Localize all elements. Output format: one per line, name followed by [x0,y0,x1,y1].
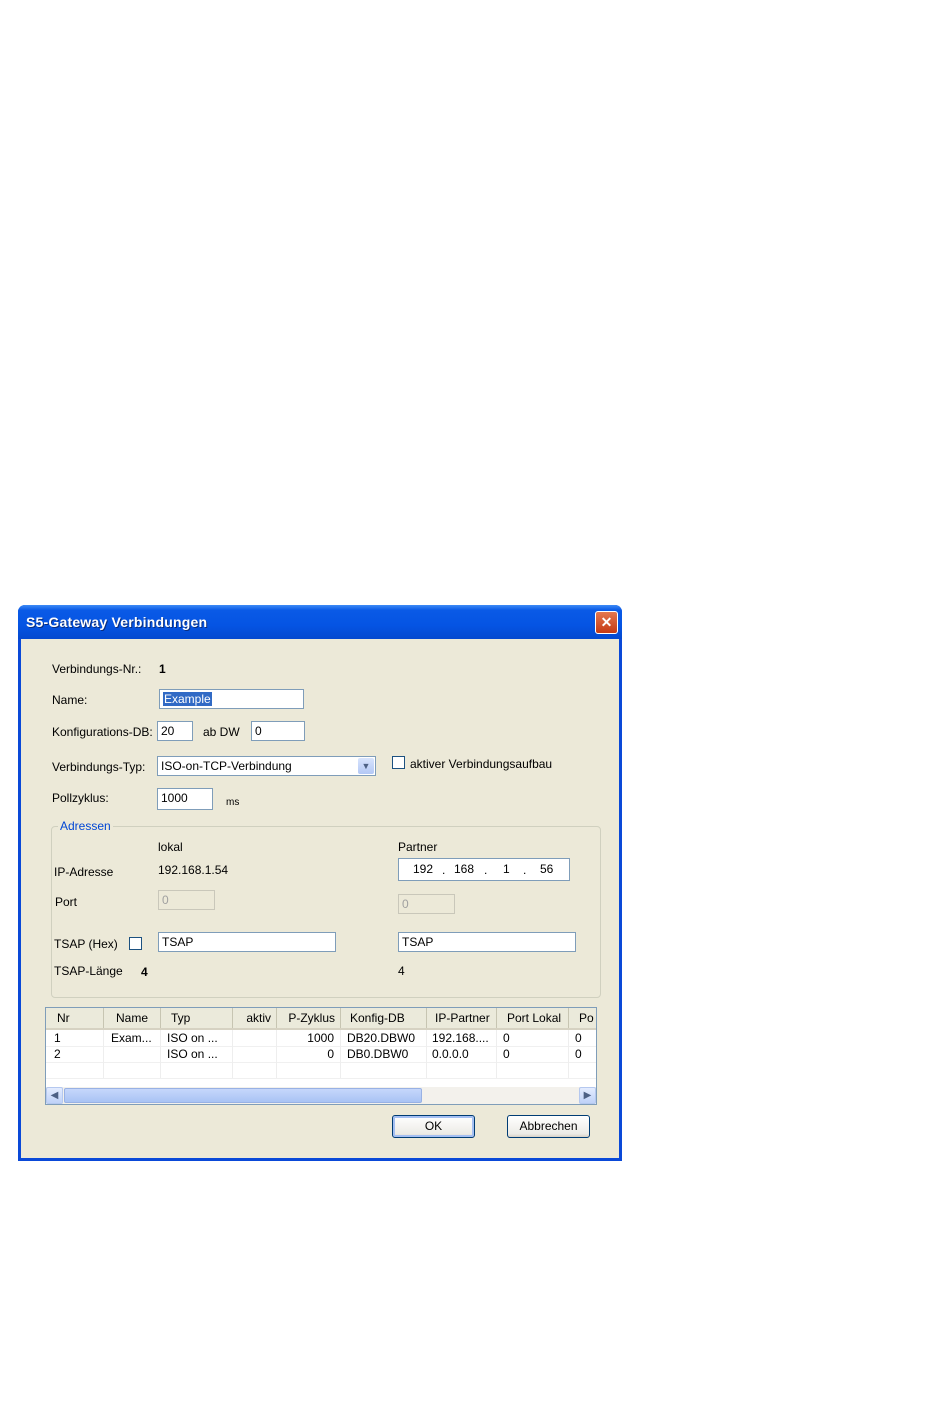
column-header-port-lokal[interactable]: Port Lokal [497,1008,569,1028]
partner-ip-octet-3[interactable]: 1 [503,862,510,876]
chevron-down-icon[interactable]: ▼ [358,758,374,774]
local-header: lokal [158,840,183,854]
tsap-length-label: TSAP-Länge [54,964,123,978]
column-header-p-zyklus[interactable]: P-Zyklus [277,1008,341,1028]
partner-tsap-input[interactable]: TSAP [398,932,576,952]
cell-empty [161,1062,233,1078]
cell-empty [46,1062,104,1078]
column-header-name[interactable]: Name [104,1008,161,1028]
addresses-group: Adressen [51,819,601,998]
cell-ip-partner: 0.0.0.0 [427,1046,497,1062]
poll-cycle-label: Pollzyklus: [52,791,109,805]
scrollbar-thumb[interactable] [64,1088,422,1103]
column-header-typ[interactable]: Typ [161,1008,233,1028]
cell-aktiv [233,1030,277,1046]
cell-p-zyklus: 0 [277,1046,341,1062]
cell-empty [497,1062,569,1078]
partner-ip-octet-2[interactable]: 168 [454,862,474,876]
column-header-nr[interactable]: Nr [46,1008,104,1028]
partner-ip-octet-4[interactable]: 56 [540,862,553,876]
ok-button[interactable]: OK [392,1115,475,1138]
cell-name: Exam... [104,1030,161,1046]
scroll-right-icon[interactable]: ▶ [579,1087,596,1104]
dialog-client-area: Verbindungs-Nr.: 1 Name: Example Konfigu… [21,639,619,1158]
ab-dw-input[interactable]: 0 [251,721,305,741]
cell-empty [277,1062,341,1078]
cell-name [104,1046,161,1062]
poll-cycle-input[interactable]: 1000 [157,788,213,810]
config-db-label: Konfigurations-DB: [52,725,153,739]
local-tsap-input[interactable]: TSAP [158,932,336,952]
cell-port-partner: 0 [569,1030,596,1046]
connection-type-label: Verbindungs-Typ: [52,760,146,774]
cell-typ: ISO on ... [161,1030,233,1046]
name-input[interactable]: Example [159,689,304,709]
ip-dot: . [523,863,527,877]
ip-dot: . [484,863,488,877]
cell-nr: 2 [46,1046,104,1062]
cell-port-lokal: 0 [497,1030,569,1046]
local-ip-value: 192.168.1.54 [158,863,229,877]
cell-konfig-db: DB20.DBW0 [341,1030,427,1046]
name-label: Name: [52,693,88,707]
column-header-port-partner[interactable]: Po [569,1008,596,1028]
active-connection-label: aktiver Verbindungsaufbau [410,757,553,771]
tsap-hex-checkbox[interactable] [129,937,142,950]
local-tsap-length: 4 [141,965,148,979]
table-row[interactable]: 1 Exam... ISO on ... 1000 DB20.DBW0 192.… [46,1030,596,1047]
port-label: Port [55,895,78,909]
ab-dw-label: ab DW [203,725,240,739]
cell-empty [569,1062,596,1078]
partner-ip-octet-1[interactable]: 192 [413,862,433,876]
ip-dot: . [442,863,446,877]
dialog-window: S5-Gateway Verbindungen ✕ Verbindungs-Nr… [18,605,622,1161]
name-input-value: Example [163,692,212,706]
scroll-left-icon[interactable]: ◀ [46,1087,63,1104]
table-row[interactable]: 2 ISO on ... 0 DB0.DBW0 0.0.0.0 0 0 [46,1046,596,1063]
connection-type-select[interactable]: ISO-on-TCP-Verbindung ▼ [157,756,376,776]
cell-empty [233,1062,277,1078]
cell-nr: 1 [46,1030,104,1046]
table-header: Nr Name Typ aktiv P-Zyklus Konfig-DB IP-… [46,1008,596,1030]
cell-port-lokal: 0 [497,1046,569,1062]
column-header-ip-partner[interactable]: IP-Partner [427,1008,497,1028]
cell-p-zyklus: 1000 [277,1030,341,1046]
partner-header: Partner [398,840,438,854]
local-port-input: 0 [158,890,215,910]
cancel-button[interactable]: Abbrechen [507,1115,590,1138]
close-button[interactable]: ✕ [595,611,618,634]
cell-ip-partner: 192.168.... [427,1030,497,1046]
poll-cycle-unit: ms [226,797,240,808]
column-header-aktiv[interactable]: aktiv [233,1008,277,1028]
partner-tsap-length: 4 [398,964,405,978]
window-title: S5-Gateway Verbindungen [26,614,208,630]
cell-typ: ISO on ... [161,1046,233,1062]
cell-port-partner: 0 [569,1046,596,1062]
tsap-hex-label: TSAP (Hex) [54,937,118,951]
active-connection-checkbox[interactable] [392,756,405,769]
cell-konfig-db: DB0.DBW0 [341,1046,427,1062]
cell-empty [427,1062,497,1078]
connections-table[interactable]: Nr Name Typ aktiv P-Zyklus Konfig-DB IP-… [45,1007,597,1105]
addresses-group-title: Adressen [58,819,113,833]
close-icon: ✕ [600,614,613,630]
cell-empty [341,1062,427,1078]
connection-number-label: Verbindungs-Nr.: [52,662,142,676]
config-db-input[interactable]: 20 [157,721,193,741]
partner-port-input: 0 [398,894,455,914]
connection-number-value: 1 [159,662,166,676]
table-row-empty [46,1062,596,1079]
cell-aktiv [233,1046,277,1062]
connection-type-value: ISO-on-TCP-Verbindung [161,759,292,773]
title-bar[interactable]: S5-Gateway Verbindungen ✕ [18,605,622,639]
horizontal-scrollbar[interactable]: ◀ ▶ [46,1087,596,1104]
ip-address-label: IP-Adresse [54,865,114,879]
partner-ip-input[interactable]: 192 . 168 . 1 . 56 [398,858,570,881]
cell-empty [104,1062,161,1078]
column-header-konfig-db[interactable]: Konfig-DB [341,1008,427,1028]
